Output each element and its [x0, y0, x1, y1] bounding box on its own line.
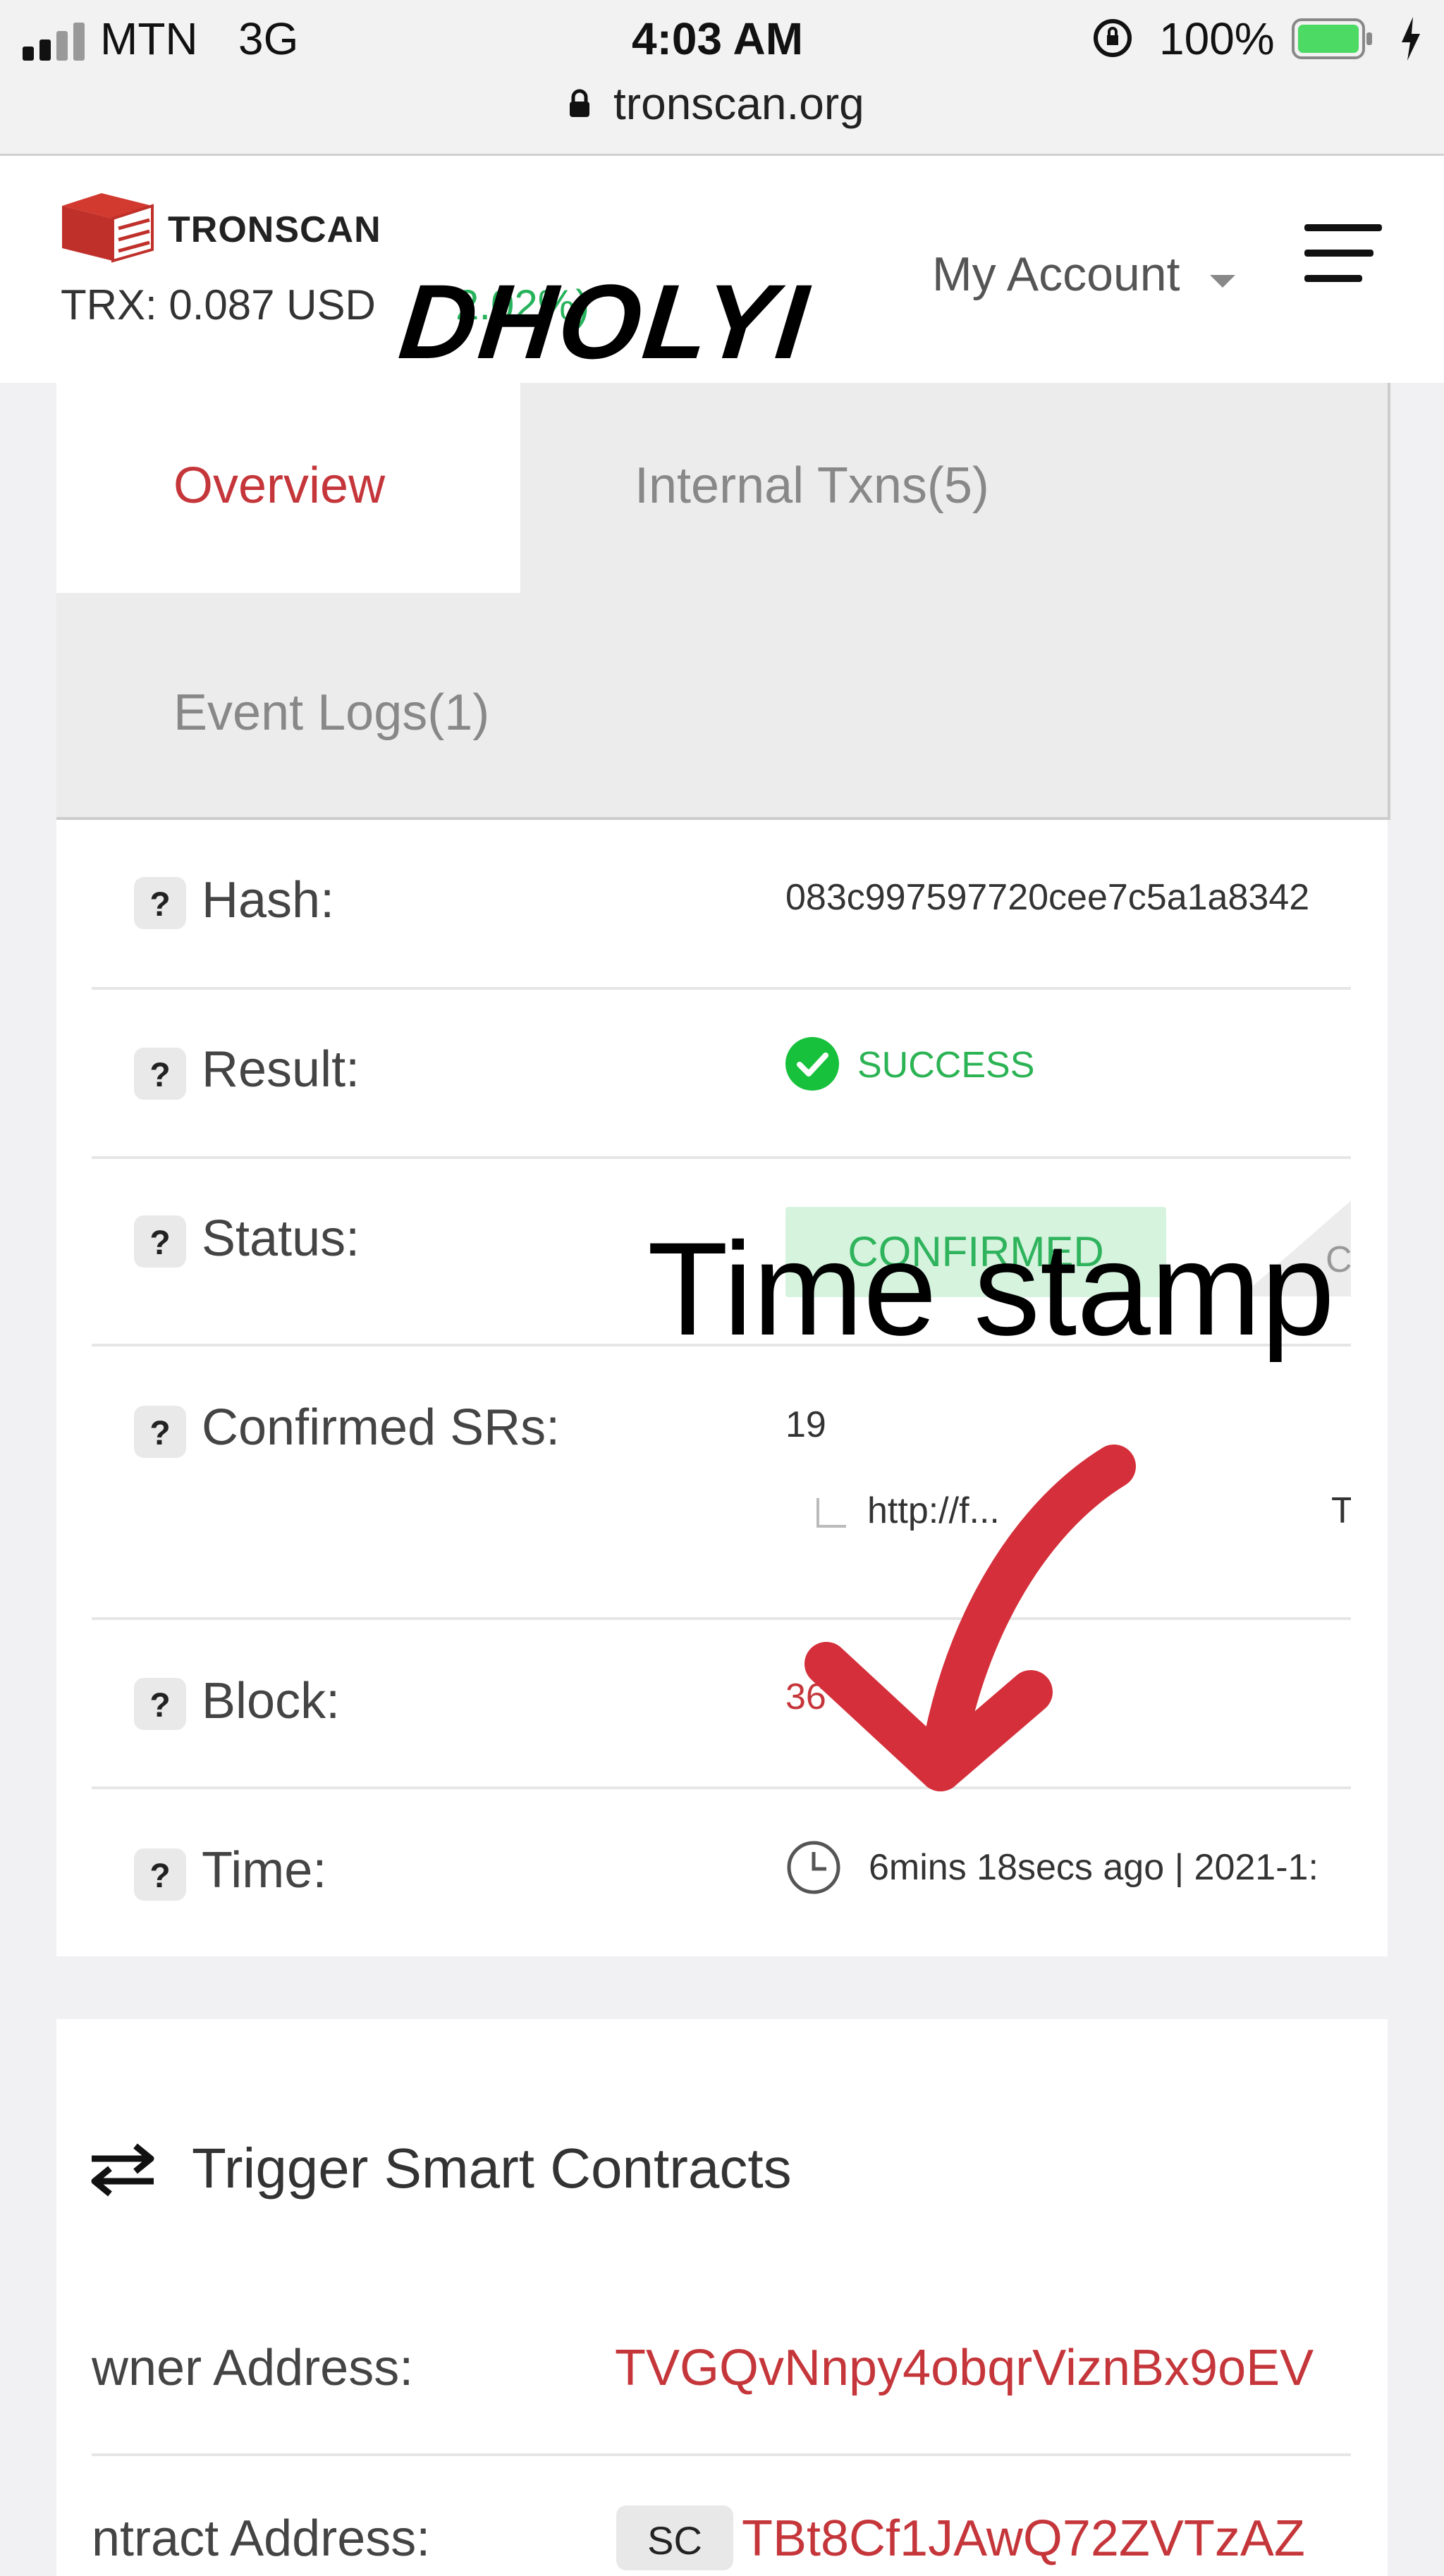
- owner-address-label: wner Address:: [92, 2340, 414, 2396]
- arrow-annotation-icon: [790, 1438, 1156, 1805]
- battery-percent: 100%: [1159, 13, 1275, 64]
- contract-address-label: ntract Address:: [92, 2510, 431, 2567]
- help-icon[interactable]: ?: [134, 1848, 186, 1901]
- time-value: 6mins 18secs ago | 2021-1:: [869, 1847, 1318, 1888]
- owner-address-value[interactable]: TVGQvNnpy4obqrViznBx9oEV: [615, 2339, 1314, 2397]
- lock-icon: [568, 87, 591, 118]
- sc-badge: SC: [616, 2506, 733, 2570]
- rotation-lock-icon: [1090, 16, 1135, 61]
- contracts-rows: wner Address: TVGQvNnpy4obqrViznBx9oEV n…: [92, 2019, 1351, 2570]
- hamburger-menu-icon[interactable]: [1304, 223, 1383, 285]
- contract-address-value[interactable]: TBt8Cf1JAwQ72ZVTzAZ: [742, 2510, 1305, 2568]
- carrier-name: MTN: [100, 13, 198, 64]
- tab-event-logs[interactable]: Event Logs(1): [173, 684, 489, 742]
- annotation-text: Time stamp: [647, 1215, 1335, 1363]
- charging-icon: [1399, 17, 1423, 61]
- status-label: Status:: [202, 1210, 360, 1267]
- sr-extra: T: [1331, 1490, 1351, 1531]
- trx-price: TRX: 0.087 USD: [61, 281, 376, 329]
- hash-value[interactable]: 083c997597720cee7c5a1a8342: [785, 876, 1309, 919]
- tab-overview-label[interactable]: Overview: [173, 457, 385, 515]
- result-value: SUCCESS: [857, 1045, 1035, 1086]
- help-icon[interactable]: ?: [134, 1215, 186, 1268]
- clock: 4:03 AM: [632, 13, 804, 64]
- confirmed-srs-label: Confirmed SRs:: [202, 1399, 561, 1456]
- help-icon[interactable]: ?: [134, 1048, 186, 1100]
- url-bar[interactable]: tronscan.org: [613, 78, 864, 130]
- success-check-icon: [785, 1037, 839, 1091]
- chevron-down-icon: [1210, 275, 1235, 289]
- tronscan-logo-icon[interactable]: [59, 190, 155, 264]
- battery-icon: [1292, 18, 1376, 59]
- block-label: Block:: [202, 1673, 341, 1729]
- clock-icon: [785, 1839, 842, 1896]
- tab-internal-txns[interactable]: Internal Txns(5): [635, 457, 989, 515]
- help-icon[interactable]: ?: [134, 877, 186, 929]
- brand-name[interactable]: TRONSCAN: [168, 209, 381, 251]
- hash-label: Hash:: [202, 872, 335, 928]
- network-type: 3G: [238, 13, 299, 64]
- watermark-text: DHOLYI: [394, 262, 816, 381]
- my-account-menu[interactable]: My Account: [932, 247, 1180, 302]
- help-icon[interactable]: ?: [134, 1678, 186, 1730]
- result-label: Result:: [202, 1041, 360, 1098]
- time-label: Time:: [202, 1842, 327, 1899]
- help-icon[interactable]: ?: [134, 1406, 186, 1458]
- signal-icon: [23, 21, 93, 61]
- divider: [92, 2453, 1351, 2456]
